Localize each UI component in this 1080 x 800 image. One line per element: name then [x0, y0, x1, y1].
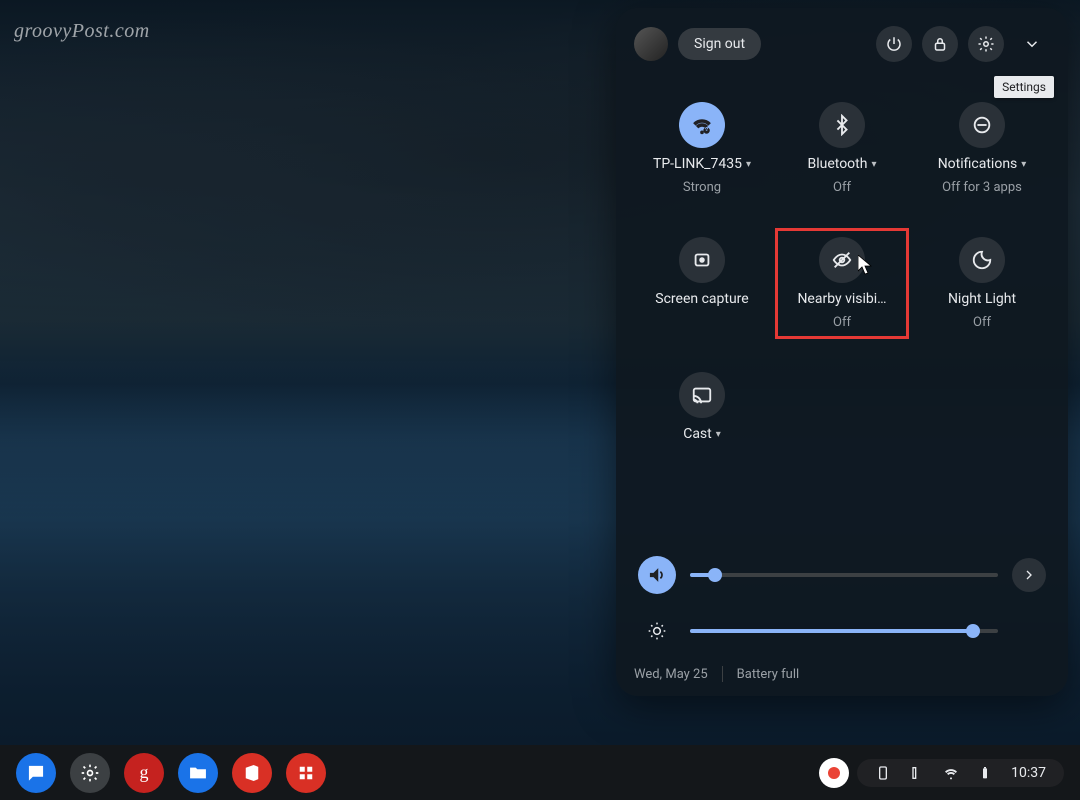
messages-icon — [26, 763, 46, 783]
volume-row — [638, 556, 1046, 594]
brightness-icon-button[interactable] — [638, 612, 676, 650]
app-screenshot[interactable] — [286, 753, 326, 793]
tile-notifications[interactable]: Notifications▾ Off for 3 apps — [918, 96, 1046, 201]
tile-screen-capture[interactable]: Screen capture — [638, 231, 766, 336]
night-light-icon — [971, 249, 993, 271]
notifications-toggle[interactable] — [959, 102, 1005, 148]
dnd-icon — [971, 114, 993, 136]
volume-icon-button[interactable] — [638, 556, 676, 594]
brightness-row — [638, 612, 1046, 650]
app-settings[interactable] — [70, 753, 110, 793]
app-files[interactable] — [178, 753, 218, 793]
audio-settings-button[interactable] — [1012, 558, 1046, 592]
visibility-off-icon — [831, 249, 853, 271]
cast-icon — [691, 384, 713, 406]
app-office[interactable] — [232, 753, 272, 793]
settings-button[interactable] — [968, 26, 1004, 62]
app-messages[interactable] — [16, 753, 56, 793]
avatar-icon — [826, 765, 842, 781]
lock-icon — [931, 35, 949, 53]
volume-slider[interactable] — [690, 573, 998, 577]
power-icon — [885, 35, 903, 53]
bluetooth-toggle[interactable] — [819, 102, 865, 148]
wifi-status-icon — [943, 765, 959, 781]
sign-out-button[interactable]: Sign out — [678, 28, 761, 60]
phone-hub-avatar[interactable] — [819, 758, 849, 788]
tile-wifi[interactable]: TP-LINK_7435▾ Strong — [638, 96, 766, 201]
notifications-sub: Off for 3 apps — [942, 180, 1022, 195]
status-tray[interactable]: 10:37 — [857, 759, 1064, 787]
stylus-icon — [909, 765, 925, 781]
chevron-right-icon — [1021, 567, 1037, 583]
gear-icon — [80, 763, 100, 783]
bluetooth-label: Bluetooth▾ — [807, 156, 876, 172]
screen-capture-label: Screen capture — [655, 291, 748, 307]
nearby-sub: Off — [833, 315, 851, 330]
sliders-section — [634, 556, 1050, 650]
tile-night-light[interactable]: Night Light Off — [918, 231, 1046, 336]
phone-icon — [875, 765, 891, 781]
night-light-toggle[interactable] — [959, 237, 1005, 283]
tile-bluetooth[interactable]: Bluetooth▾ Off — [778, 96, 906, 201]
chevron-down-icon — [1023, 35, 1041, 53]
notifications-label: Notifications▾ — [938, 156, 1027, 172]
clock: 10:37 — [1011, 765, 1046, 781]
collapse-button[interactable] — [1014, 26, 1050, 62]
panel-footer: Wed, May 25 Battery full — [634, 666, 1050, 682]
gear-icon — [977, 35, 995, 53]
cast-toggle[interactable] — [679, 372, 725, 418]
lock-button[interactable] — [922, 26, 958, 62]
user-avatar[interactable] — [634, 27, 668, 61]
screen-capture-icon — [691, 249, 713, 271]
night-light-sub: Off — [973, 315, 991, 330]
folder-icon — [188, 763, 208, 783]
nearby-visibility-toggle[interactable] — [819, 237, 865, 283]
footer-battery: Battery full — [737, 667, 799, 682]
quick-settings-tiles: TP-LINK_7435▾ Strong Bluetooth▾ Off Noti… — [634, 96, 1050, 448]
screen-capture-toggle[interactable] — [679, 237, 725, 283]
brightness-slider[interactable] — [690, 629, 998, 633]
wifi-sub: Strong — [683, 180, 721, 195]
bluetooth-icon — [831, 114, 853, 136]
office-icon — [242, 763, 262, 783]
battery-status-icon — [977, 765, 993, 781]
app-groovypost[interactable]: g — [124, 753, 164, 793]
tile-cast[interactable]: Cast▾ — [638, 366, 766, 448]
shelf: g 10:37 — [0, 745, 1080, 800]
footer-date: Wed, May 25 — [634, 667, 708, 682]
tile-nearby-visibility[interactable]: Nearby visibi… Off — [778, 231, 906, 336]
settings-tooltip: Settings — [994, 76, 1054, 98]
brightness-icon — [647, 621, 667, 641]
wifi-icon — [691, 114, 713, 136]
volume-icon — [647, 565, 667, 585]
cast-label: Cast▾ — [683, 426, 721, 442]
power-button[interactable] — [876, 26, 912, 62]
bluetooth-sub: Off — [833, 180, 851, 195]
panel-header: Sign out — [634, 26, 1050, 62]
nearby-label: Nearby visibi… — [797, 291, 886, 307]
shelf-apps: g — [16, 753, 326, 793]
shelf-status-area[interactable]: 10:37 — [819, 758, 1064, 788]
wifi-label: TP-LINK_7435▾ — [653, 156, 751, 172]
grid-icon — [296, 763, 316, 783]
quick-settings-panel: Sign out Settings TP-LINK_7435▾ Strong — [616, 8, 1068, 696]
night-light-label: Night Light — [948, 291, 1016, 307]
footer-divider — [722, 666, 723, 682]
wifi-toggle[interactable] — [679, 102, 725, 148]
